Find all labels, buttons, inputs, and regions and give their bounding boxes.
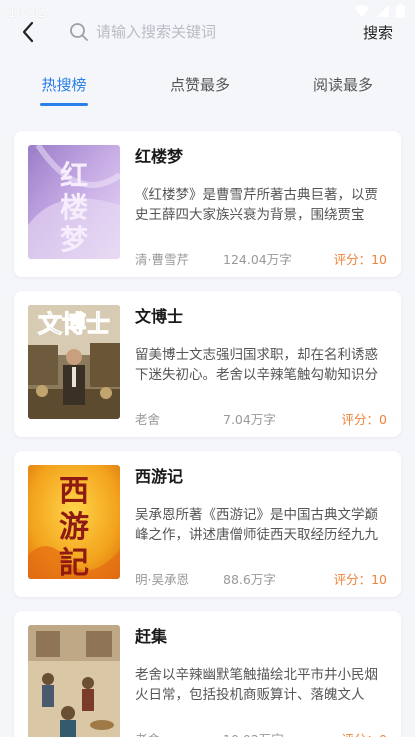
book-cover-image [28, 625, 120, 737]
book-description: 留美博士文志强归国求职，却在名利诱惑下迷失初心。老舍以辛辣笔触勾勒知识分子群像 [135, 347, 378, 383]
tab-hot-search[interactable]: 热搜榜 [40, 74, 88, 95]
search-box [62, 16, 332, 48]
book-score: 评分：0 [341, 412, 387, 427]
svg-text:楼: 楼 [60, 191, 88, 224]
search-input[interactable] [96, 23, 316, 41]
book-description: 吴承恩所著《西游记》是中国古典文学巅峰之作，讲述唐僧师徒西天取经历经九九八十一难 [135, 507, 378, 543]
tab-bar: 热搜榜 点赞最多 阅读最多 [0, 74, 415, 110]
book-title: 西游记 [135, 467, 184, 486]
book-author: 老舍 [135, 729, 160, 737]
book-word-count: 88.6万字 [223, 572, 276, 587]
search-button[interactable]: 搜索 [363, 22, 393, 43]
book-description: 老舍以辛辣幽默笔触描绘北平市井小民烟火日常，包括投机商贩算计、落魄文人 [135, 667, 378, 703]
back-button[interactable] [14, 18, 42, 46]
top-bar: 搜索 [0, 14, 415, 50]
book-title: 红楼梦 [135, 147, 184, 166]
book-card[interactable]: 西 游 記 西游记 吴承恩所著《西游记》是中国古典文学巅峰之作，讲述唐僧师徒西天… [14, 451, 401, 597]
book-author: 明·吴承恩 [135, 572, 189, 587]
tab-most-read[interactable]: 阅读最多 [311, 74, 375, 95]
book-score: 评分：0 [342, 729, 387, 737]
chevron-left-icon [22, 21, 34, 43]
book-card[interactable]: 赶集 老舍以辛辣幽默笔触描绘北平市井小民烟火日常，包括投机商贩算计、落魄文人 老… [14, 611, 401, 737]
book-author: 清·曹雪芹 [135, 252, 189, 267]
book-word-count: 7.04万字 [223, 412, 276, 427]
book-score: 评分：10 [333, 252, 387, 267]
book-title: 赶集 [135, 627, 168, 646]
book-word-count: 10.02万字 [223, 729, 284, 737]
book-cover-image: 文博士 [28, 305, 120, 419]
book-card[interactable]: 文博士 文博士 留美博士文志强归国求职，却在名利诱惑下迷失初心。老舍以辛辣笔触勾… [14, 291, 401, 437]
book-score: 评分：10 [333, 572, 387, 587]
svg-text:红: 红 [60, 159, 88, 192]
search-icon [70, 23, 88, 41]
book-author: 老舍 [135, 412, 161, 427]
book-cover-image: 西 游 記 [28, 465, 120, 579]
book-description: 《红楼梦》是曹雪芹所著古典巨著，以贾史王薛四大家族兴衰为背景，围绕贾宝玉、林黛玉… [135, 187, 378, 223]
book-card[interactable]: 红 楼 梦 红楼梦 《红楼梦》是曹雪芹所著古典巨著，以贾史王薛四大家族兴衰为背景… [14, 131, 401, 277]
svg-text:西: 西 [59, 474, 89, 509]
book-title: 文博士 [135, 307, 184, 326]
svg-text:梦: 梦 [60, 223, 89, 256]
svg-text:記: 記 [59, 546, 89, 579]
tab-active-indicator [40, 103, 88, 106]
svg-text:文博士: 文博士 [38, 310, 110, 338]
svg-text:游: 游 [59, 510, 89, 545]
book-word-count: 124.04万字 [223, 252, 292, 267]
tab-most-liked[interactable]: 点赞最多 [168, 74, 232, 95]
book-cover-image: 红 楼 梦 [28, 145, 120, 259]
